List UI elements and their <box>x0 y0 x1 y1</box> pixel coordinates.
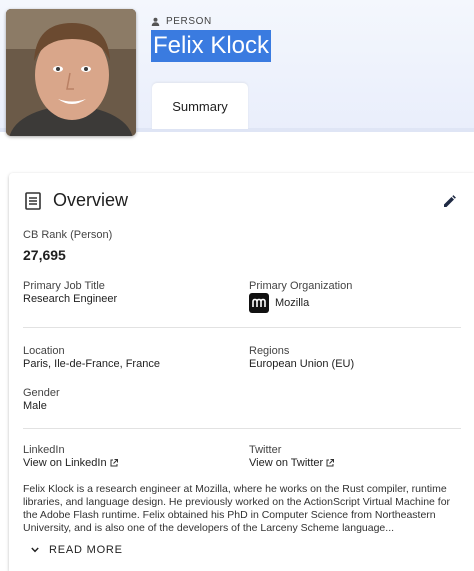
overview-header: Overview <box>25 190 128 211</box>
overview-title: Overview <box>53 190 129 210</box>
chevron-down-icon <box>31 547 39 553</box>
avatar <box>6 9 136 136</box>
job-title-label: Primary Job Title <box>23 280 105 292</box>
linkedin-label: LinkedIn <box>23 444 65 456</box>
external-link-icon <box>110 459 118 467</box>
person-icon <box>151 17 160 26</box>
mozilla-logo-icon <box>249 293 269 313</box>
entity-type-text: PERSON <box>166 16 212 27</box>
twitter-link-text: View on Twitter <box>249 457 324 469</box>
primary-organization-label: Primary Organization <box>249 280 353 292</box>
profile-name: Felix Klock <box>151 30 272 62</box>
gender-value: Male <box>23 400 47 412</box>
primary-organization-link[interactable]: Mozilla <box>249 293 309 313</box>
document-icon <box>25 191 41 210</box>
read-more-label: READ MORE <box>49 544 123 556</box>
read-more-button[interactable]: READ MORE <box>31 544 123 556</box>
organization-name: Mozilla <box>275 297 310 309</box>
twitter-label: Twitter <box>249 444 282 456</box>
entity-type-label: PERSON <box>151 16 212 27</box>
job-title-value: Research Engineer <box>23 293 118 305</box>
rank-value: 27,695 <box>23 247 66 263</box>
regions-value[interactable]: European Union (EU) <box>249 358 354 370</box>
location-value[interactable]: Paris, Ile-de-France, France <box>23 358 160 370</box>
edit-pencil-icon[interactable] <box>443 195 456 208</box>
twitter-link[interactable]: View on Twitter <box>249 457 335 469</box>
location-label: Location <box>23 345 65 357</box>
regions-label: Regions <box>249 345 290 357</box>
gender-label: Gender <box>23 387 60 399</box>
section-divider <box>23 428 461 429</box>
tab-summary[interactable]: Summary <box>152 83 248 129</box>
person-description: Felix Klock is a research engineer at Mo… <box>23 483 451 534</box>
external-link-icon <box>326 459 335 467</box>
rank-label: CB Rank (Person) <box>23 229 113 241</box>
linkedin-link-text: View on LinkedIn <box>23 457 107 469</box>
section-divider <box>23 327 461 328</box>
linkedin-link[interactable]: View on LinkedIn <box>23 457 118 469</box>
